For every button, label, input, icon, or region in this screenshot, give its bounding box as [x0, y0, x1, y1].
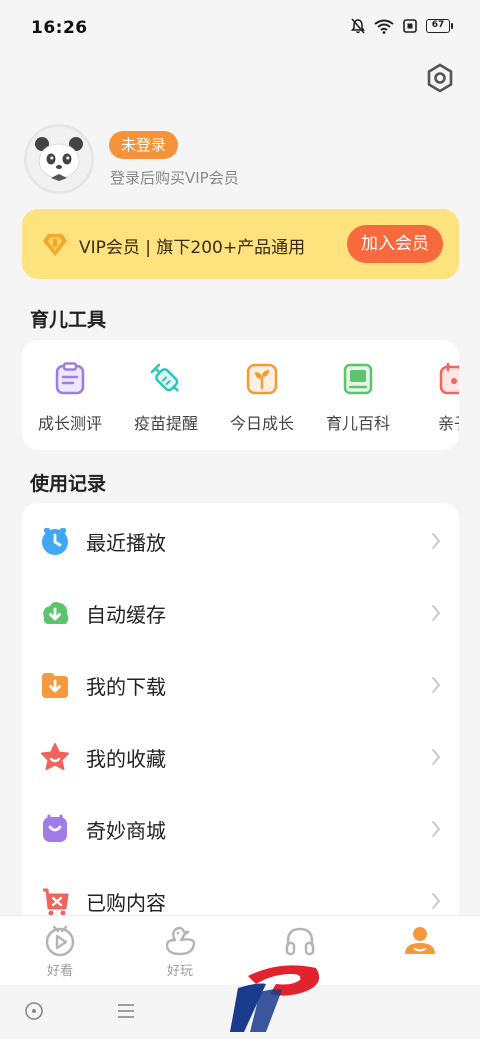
tool-label: 疫苗提醒	[133, 414, 198, 433]
login-status-badge[interactable]: 未登录	[109, 131, 179, 159]
chevron-right-icon	[432, 893, 440, 909]
panda-avatar-icon	[27, 127, 91, 191]
nav-tab-profile[interactable]	[360, 916, 480, 986]
duck-icon	[165, 926, 196, 956]
bell-mute-icon	[351, 18, 365, 34]
tool-parent-child[interactable]: 亲子	[406, 340, 459, 450]
vip-banner[interactable]: VIP会员 | 旗下200+产品通用 加入会员	[22, 209, 459, 279]
avatar[interactable]	[24, 124, 94, 194]
login-hint[interactable]: 登录后购买VIP会员	[110, 167, 239, 188]
tool-label: 成长测评	[37, 414, 102, 433]
nav-label: 好看	[46, 964, 73, 979]
tools-carousel[interactable]: 成长测评 疫苗提醒 今日成长 育儿百科 亲	[22, 340, 459, 450]
tool-label: 亲子	[437, 414, 459, 433]
chevron-right-icon	[432, 677, 440, 693]
profile-screen: 16:26 67 未登录 登录后购买VIP会员 VIP会员 | 旗下200+产品…	[0, 0, 480, 1039]
status-icons: 67	[351, 18, 453, 34]
settings-hexagon-icon[interactable]	[424, 62, 456, 94]
list-item-label: 奇妙商城	[86, 819, 166, 843]
shopping-bag-icon	[43, 814, 67, 842]
records-section-title: 使用记录	[30, 473, 107, 495]
status-bar: 16:26 67	[0, 0, 480, 58]
book-icon	[343, 363, 373, 395]
clipboard-icon	[55, 362, 85, 395]
list-item-wonder-mall[interactable]: 奇妙商城	[22, 793, 459, 865]
nav-tab-play[interactable]: 好玩	[120, 916, 240, 986]
chevron-right-icon	[432, 821, 440, 837]
watermark-logo-icon	[230, 965, 320, 1032]
download-cloud-icon	[43, 602, 69, 624]
profile-icon	[405, 927, 435, 954]
tool-parenting-encyclopedia[interactable]: 育儿百科	[310, 340, 406, 450]
list-item-label: 我的下载	[86, 675, 166, 699]
tools-section-title: 育儿工具	[30, 309, 107, 331]
chevron-right-icon	[432, 533, 440, 549]
tool-vaccine-reminder[interactable]: 疫苗提醒	[118, 340, 214, 450]
records-list: 最近播放 自动缓存 我的下载 我的收藏 奇妙商城 已购内容	[22, 503, 459, 943]
tv-icon	[45, 925, 75, 957]
list-item-label: 已购内容	[86, 891, 166, 915]
folder-download-icon	[42, 673, 68, 698]
list-item-auto-cache[interactable]: 自动缓存	[22, 577, 459, 649]
headphones-icon	[285, 927, 315, 956]
list-item-my-favorites[interactable]: 我的收藏	[22, 721, 459, 793]
list-item-label: 自动缓存	[86, 603, 166, 627]
wifi-icon	[374, 19, 394, 34]
vip-description: VIP会员 | 旗下200+产品通用	[79, 238, 306, 258]
list-item-my-downloads[interactable]: 我的下载	[22, 649, 459, 721]
tool-daily-growth[interactable]: 今日成长	[214, 340, 310, 450]
battery-indicator: 67	[426, 19, 453, 33]
home-circle-icon[interactable]	[22, 999, 46, 1023]
status-time: 16:26	[31, 18, 88, 38]
chevron-right-icon	[432, 605, 440, 621]
star-icon	[41, 743, 69, 770]
clock-icon	[42, 528, 68, 555]
list-item-label: 我的收藏	[86, 747, 166, 771]
syringe-icon	[150, 363, 179, 392]
sprout-icon	[246, 363, 278, 395]
chevron-right-icon	[432, 749, 440, 765]
calendar-icon	[439, 362, 459, 395]
menu-lines-icon[interactable]	[114, 999, 138, 1023]
nav-label: 好玩	[166, 964, 193, 979]
list-item-recent-play[interactable]: 最近播放	[22, 505, 459, 577]
join-membership-button[interactable]: 加入会员	[347, 225, 443, 263]
vip-diamond-icon	[43, 234, 67, 256]
nav-tab-watch[interactable]: 好看	[0, 916, 120, 986]
tool-growth-assessment[interactable]: 成长测评	[22, 340, 118, 450]
tool-label: 育儿百科	[325, 414, 390, 433]
tool-label: 今日成长	[229, 414, 294, 433]
list-item-label: 最近播放	[86, 531, 166, 555]
purchased-icon	[43, 888, 69, 916]
sim-icon	[403, 19, 417, 33]
